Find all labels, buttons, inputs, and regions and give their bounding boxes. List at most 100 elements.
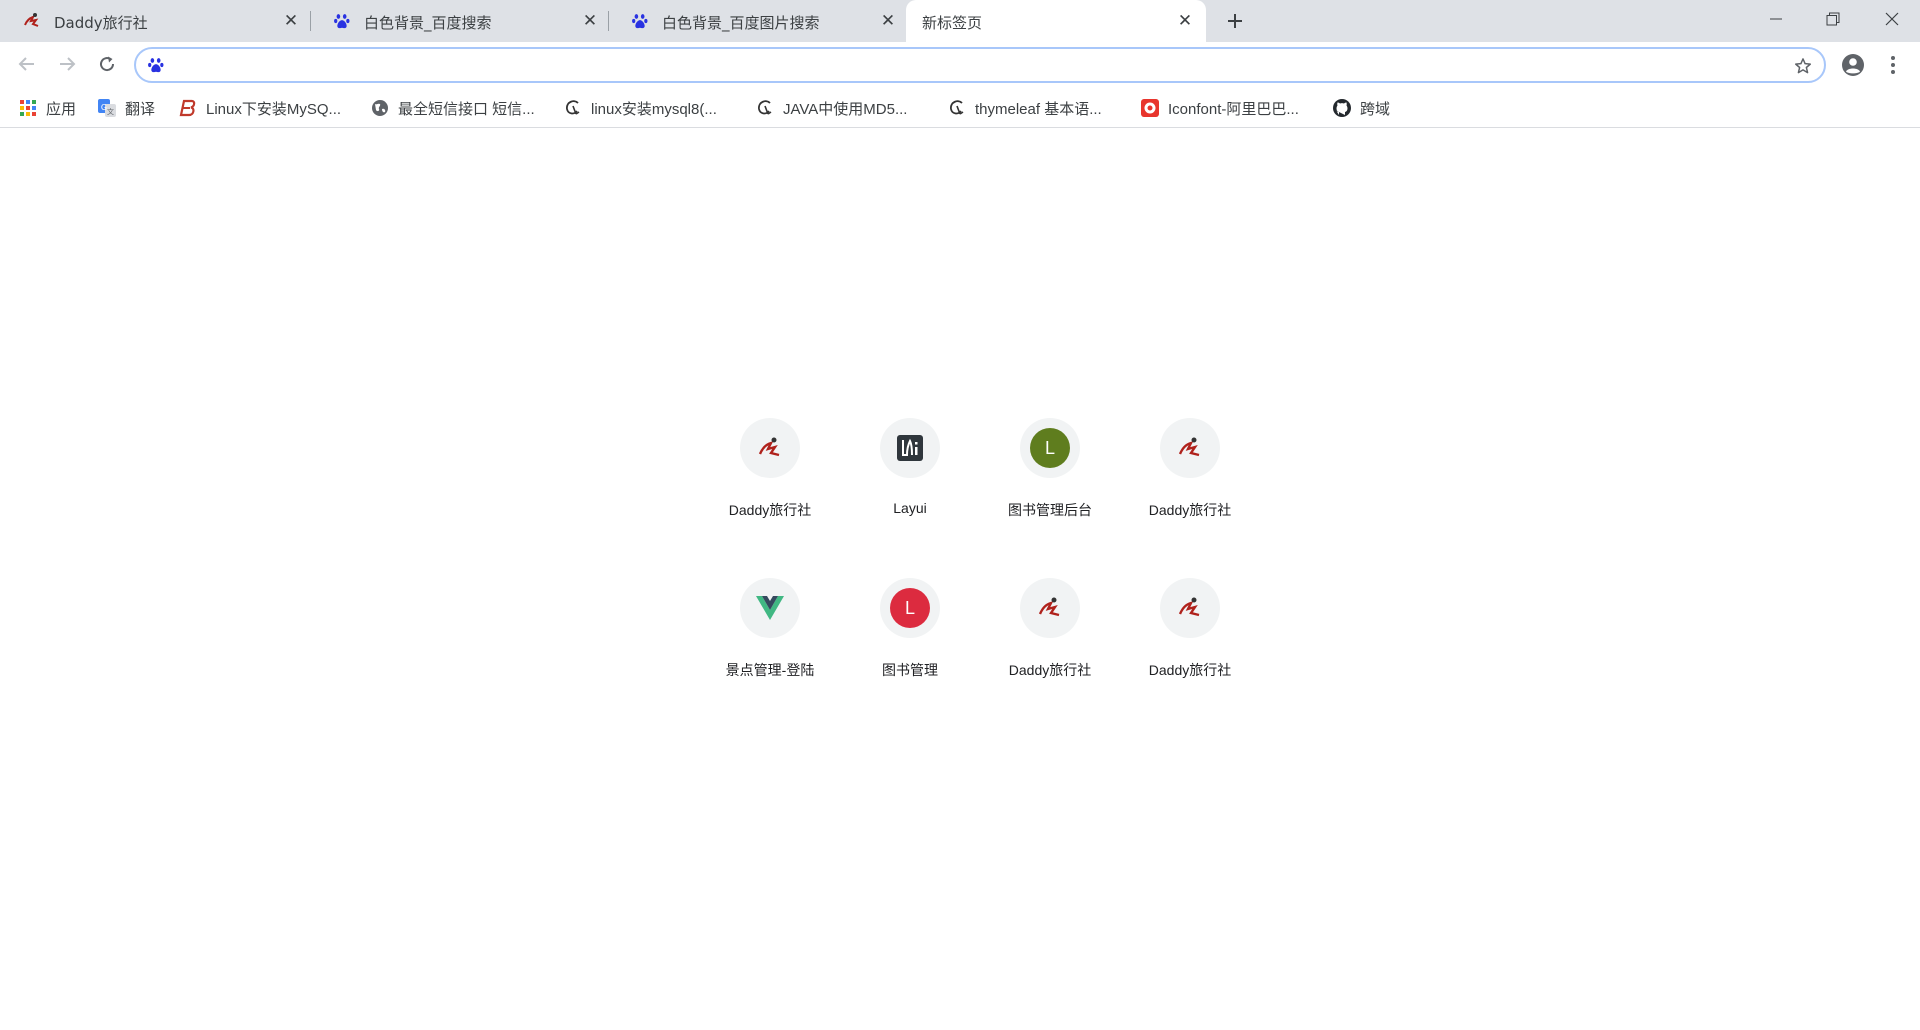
tab-title: Daddy旅行社 bbox=[54, 14, 148, 32]
tab-title: 白色背景_百度搜索 bbox=[364, 14, 492, 32]
svg-text:文: 文 bbox=[107, 107, 114, 116]
bookmark-iconfont[interactable]: Iconfont-阿里巴巴... bbox=[1140, 95, 1299, 121]
shortcut-label: 图书管理 bbox=[882, 662, 938, 678]
shortcut-tile[interactable]: Daddy旅行社 bbox=[1120, 410, 1260, 550]
bookmark-star-button[interactable] bbox=[1792, 55, 1814, 77]
letter-avatar: L bbox=[1030, 428, 1070, 468]
csdn-c-icon bbox=[755, 98, 775, 118]
close-icon bbox=[1885, 12, 1899, 26]
shortcut-tile[interactable]: Daddy旅行社 bbox=[980, 570, 1120, 710]
bookmark-java-md5[interactable]: JAVA中使用MD5... bbox=[755, 95, 907, 121]
shortcut-tile[interactable]: Daddy旅行社 bbox=[700, 410, 840, 550]
google-translate-icon: G文 bbox=[97, 98, 117, 118]
bookmarks-bar: 应用 G文 翻译 Linux下安装MySQ... 最全短信接口 短信... li… bbox=[0, 88, 1920, 128]
daddy-logo-icon bbox=[22, 11, 42, 31]
back-arrow-icon bbox=[18, 57, 34, 71]
close-icon[interactable]: ✕ bbox=[579, 10, 601, 32]
shortcut-icon-circle bbox=[880, 418, 940, 478]
bookmark-label: linux安装mysql8(... bbox=[591, 100, 717, 118]
bookmark-label: Linux下安装MySQ... bbox=[206, 100, 342, 118]
baidu-paw-icon bbox=[147, 56, 167, 76]
bookmark-label: 翻译 bbox=[125, 100, 156, 118]
iconfont-icon bbox=[1140, 98, 1160, 118]
bookmark-linux-mysql[interactable]: Linux下安装MySQ... bbox=[178, 95, 341, 121]
bookmark-thymeleaf[interactable]: thymeleaf 基本语... bbox=[947, 95, 1102, 121]
shortcut-tile[interactable]: Layui bbox=[840, 410, 980, 550]
shortcut-label: Daddy旅行社 bbox=[1008, 662, 1092, 678]
shortcut-icon-circle bbox=[1020, 578, 1080, 638]
bookmark-label: thymeleaf 基本语... bbox=[975, 100, 1102, 118]
github-icon bbox=[1332, 98, 1352, 118]
window-close-button[interactable] bbox=[1864, 0, 1920, 38]
shortcut-icon-circle bbox=[740, 578, 800, 638]
new-tab-button[interactable] bbox=[1222, 8, 1248, 34]
bookmark-linux-mysql8[interactable]: linux安装mysql8(... bbox=[563, 95, 717, 121]
csdn-c-icon bbox=[563, 98, 583, 118]
bookmark-label: 跨域 bbox=[1360, 100, 1391, 118]
vue-logo-icon bbox=[756, 596, 784, 620]
daddy-logo-icon bbox=[1178, 437, 1200, 457]
menu-button[interactable] bbox=[1878, 50, 1908, 80]
bookmark-label: 最全短信接口 短信... bbox=[398, 100, 535, 118]
close-icon[interactable]: ✕ bbox=[280, 10, 302, 32]
plus-icon bbox=[1228, 14, 1242, 28]
shortcut-label: Daddy旅行社 bbox=[728, 502, 812, 518]
daddy-logo-icon bbox=[1178, 597, 1200, 617]
tab-strip: Daddy旅行社 ✕ 白色背景_百度搜索 ✕ 白色背景_百度图片搜索 ✕ 新标签… bbox=[0, 0, 1920, 42]
apps-grid-icon bbox=[18, 98, 38, 118]
restore-button[interactable] bbox=[1805, 0, 1861, 38]
shortcut-icon-circle bbox=[1160, 578, 1220, 638]
shortcut-label: 图书管理后台 bbox=[1008, 502, 1092, 518]
bookmark-apps[interactable]: 应用 bbox=[18, 95, 76, 121]
bookmark-cors[interactable]: 跨域 bbox=[1332, 95, 1390, 121]
shortcut-label: 景点管理-登陆 bbox=[725, 662, 815, 678]
shortcut-icon-circle bbox=[740, 418, 800, 478]
close-icon[interactable]: ✕ bbox=[1174, 10, 1196, 32]
reload-icon bbox=[100, 56, 115, 72]
tab-new-tab[interactable]: 新标签页 ✕ bbox=[906, 0, 1206, 42]
shortcut-tile[interactable]: L 图书管理 bbox=[840, 570, 980, 710]
star-icon bbox=[1794, 58, 1812, 74]
shortcut-label: Layui bbox=[893, 500, 927, 516]
tab-baidu-search[interactable]: 白色背景_百度搜索 ✕ bbox=[310, 0, 608, 42]
shortcut-icon-circle: L bbox=[880, 578, 940, 638]
shortcut-tile[interactable]: 景点管理-登陆 bbox=[700, 570, 840, 710]
profile-button[interactable] bbox=[1838, 50, 1868, 80]
address-bar[interactable] bbox=[134, 47, 1826, 83]
kebab-menu-icon bbox=[1891, 56, 1895, 74]
tab-title: 新标签页 bbox=[922, 14, 983, 32]
forward-button[interactable] bbox=[52, 49, 82, 79]
toolbar bbox=[0, 42, 1920, 88]
bookmark-label: 应用 bbox=[46, 100, 77, 118]
close-icon[interactable]: ✕ bbox=[877, 10, 899, 32]
shortcut-label: Daddy旅行社 bbox=[1148, 502, 1232, 518]
daddy-logo-icon bbox=[758, 437, 780, 457]
letter-avatar: L bbox=[890, 588, 930, 628]
tab-baidu-image-search[interactable]: 白色背景_百度图片搜索 ✕ bbox=[608, 0, 906, 42]
shortcut-tile[interactable]: L 图书管理后台 bbox=[980, 410, 1120, 550]
shortcut-icon-circle: L bbox=[1020, 418, 1080, 478]
restore-icon bbox=[1826, 12, 1840, 26]
bookmark-label: Iconfont-阿里巴巴... bbox=[1168, 100, 1299, 118]
b-logo-icon bbox=[178, 98, 198, 118]
back-button[interactable] bbox=[12, 49, 42, 79]
shortcut-tile[interactable]: Daddy旅行社 bbox=[1120, 570, 1260, 710]
daddy-logo-icon bbox=[1038, 597, 1060, 617]
minimize-button[interactable] bbox=[1748, 0, 1804, 38]
layui-logo-icon bbox=[897, 435, 923, 461]
account-circle-icon bbox=[1842, 54, 1864, 76]
reload-button[interactable] bbox=[92, 49, 122, 79]
minimize-icon bbox=[1770, 18, 1782, 20]
forward-arrow-icon bbox=[60, 57, 76, 71]
shortcut-label: Daddy旅行社 bbox=[1148, 662, 1232, 678]
globe-icon bbox=[370, 98, 390, 118]
bookmark-sms-api[interactable]: 最全短信接口 短信... bbox=[370, 95, 535, 121]
csdn-c-icon bbox=[947, 98, 967, 118]
tab-title: 白色背景_百度图片搜索 bbox=[662, 14, 820, 32]
tab-daddy[interactable]: Daddy旅行社 ✕ bbox=[0, 0, 300, 42]
address-input[interactable] bbox=[176, 53, 1736, 77]
bookmark-translate[interactable]: G文 翻译 bbox=[97, 95, 155, 121]
bookmark-label: JAVA中使用MD5... bbox=[783, 100, 908, 118]
baidu-paw-icon bbox=[332, 11, 352, 31]
shortcut-icon-circle bbox=[1160, 418, 1220, 478]
